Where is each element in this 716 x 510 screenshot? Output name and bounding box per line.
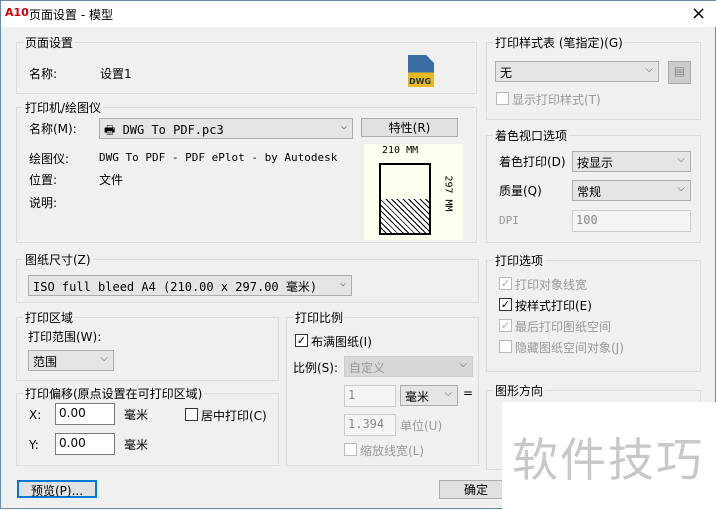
center-plot-checkbox[interactable] [185,408,198,421]
plot-with-styles-checkbox[interactable]: ✓ [499,298,512,311]
plot-area-group: 打印区域 打印范围(W): 范围 ⌵ [16,309,279,381]
group-label: 打印机/绘图仪 [23,99,104,116]
shade-plot-label: 着色打印(D) [499,155,566,169]
group-label: 图纸尺寸(Z) [23,251,93,268]
location-value: 文件 [99,173,124,187]
plot-range-label: 打印范围(W): [28,330,102,344]
paperspace-last-label: 最后打印图纸空间 [515,320,612,334]
dwg-icon: DWG [408,55,434,87]
plot-style-group: 打印样式表 (笔指定)(G) 无 ⌵ ▤ 显示打印样式(T) [486,34,701,120]
group-label: 打印比例 [293,309,346,326]
watermark: 软件技巧 [502,402,716,510]
group-label: 打印选项 [493,252,546,269]
units-label: 单位(U) [400,419,443,433]
window-title: 页面设置 - 模型 [29,8,113,22]
page-setup-group: 页面设置 名称: 设置1 DWG [16,34,477,94]
plot-scale-group: 打印比例 ✓ 布满图纸(I) 比例(S): 自定义 ⌵ 1 毫米 ⌵ = 1.394… [286,309,479,466]
paper-size-group: 图纸尺寸(Z) ISO full bleed A4 (210.00 x 297.… [16,251,479,303]
group-label: 图形方向 [493,382,546,399]
plot-lineweights-checkbox[interactable]: ✓ [499,277,512,290]
group-label: 打印偏移(原点设置在可打印区域) [23,385,205,402]
hide-paperspace-checkbox[interactable] [499,340,512,353]
plotter-label: 绘图仪: [29,152,70,166]
scale-value-input[interactable]: 1 [344,385,396,407]
paper-preview: 210 MM 297 MM [364,144,463,240]
scale-unit-select[interactable]: 毫米 ⌵ [400,385,458,406]
printer-select[interactable]: 🖶 DWG To PDF.pc3 ⌵ [99,118,353,139]
y-offset-input[interactable]: 0.00 [55,433,115,455]
name-value: 设置1 [100,67,132,81]
group-label: 页面设置 [23,34,76,51]
name-label: 名称: [29,67,58,81]
app-icon: A10 [5,6,29,19]
paper-size-select[interactable]: ISO full bleed A4 (210.00 x 297.00 毫米) ⌵ [28,275,352,296]
title-bar: A10 页面设置 - 模型 × [1,1,716,27]
dpi-input[interactable]: 100 [572,210,691,232]
group-label: 打印区域 [23,309,76,326]
plot-style-select[interactable]: 无 ⌵ [495,61,659,82]
properties-button[interactable]: 特性(R) [361,118,458,137]
display-styles-label: 显示打印样式(T) [512,93,601,107]
description-label: 说明: [29,196,58,210]
shade-plot-select[interactable]: 按显示 ⌵ [572,151,691,172]
paperspace-last-checkbox[interactable]: ✓ [499,319,512,332]
fit-to-paper-label: 布满图纸(I) [311,335,372,349]
fit-to-paper-checkbox[interactable]: ✓ [295,334,308,347]
units-input[interactable]: 1.394 [344,414,396,436]
scale-lineweights-label: 缩放线宽(L) [360,444,425,458]
plot-range-select[interactable]: 范围 ⌵ [28,350,114,371]
dpi-label: DPI [499,214,519,227]
shaded-viewport-group: 着色视口选项 着色打印(D) 按显示 ⌵ 质量(Q) 常规 ⌵ DPI 100 [486,127,701,243]
quality-label: 质量(Q) [499,184,542,198]
center-plot-label: 居中打印(C) [201,409,267,423]
display-styles-checkbox[interactable] [496,92,509,105]
plot-with-styles-label: 按样式打印(E) [515,299,592,313]
group-label: 着色视口选项 [493,127,570,144]
quality-select[interactable]: 常规 ⌵ [572,180,691,201]
y-label: Y: [29,438,39,452]
plotter-value: DWG To PDF - PDF ePlot - by Autodesk [99,151,338,164]
scale-select[interactable]: 自定义 ⌵ [344,356,473,377]
scale-lineweights-checkbox[interactable] [344,443,357,456]
plot-options-group: 打印选项 ✓ 打印对象线宽 ✓ 按样式打印(E) ✓ 最后打印图纸空间 隐藏图纸… [486,252,701,372]
printer-name-label: 名称(M): [29,122,77,136]
edit-style-button[interactable]: ▤ [668,61,691,84]
hide-paperspace-label: 隐藏图纸空间对象(J) [515,341,624,355]
equals-sign: = [463,386,474,400]
y-unit: 毫米 [124,438,149,452]
printer-group: 打印机/绘图仪 名称(M): 🖶 DWG To PDF.pc3 ⌵ 特性(R) 绘… [16,99,477,243]
preview-button[interactable]: 预览(P)... [17,480,97,498]
group-label: 打印样式表 (笔指定)(G) [493,34,625,51]
plot-lineweights-label: 打印对象线宽 [515,278,588,292]
scale-label: 比例(S): [293,361,339,375]
x-offset-input[interactable]: 0.00 [55,403,115,425]
x-label: X: [29,408,42,422]
location-label: 位置: [29,173,58,187]
plot-offset-group: 打印偏移(原点设置在可打印区域) X: 0.00 毫米 居中打印(C) Y: 0… [16,385,279,466]
close-icon[interactable]: × [691,3,706,24]
x-unit: 毫米 [124,408,149,422]
printer-icon: 🖶 [104,123,123,137]
